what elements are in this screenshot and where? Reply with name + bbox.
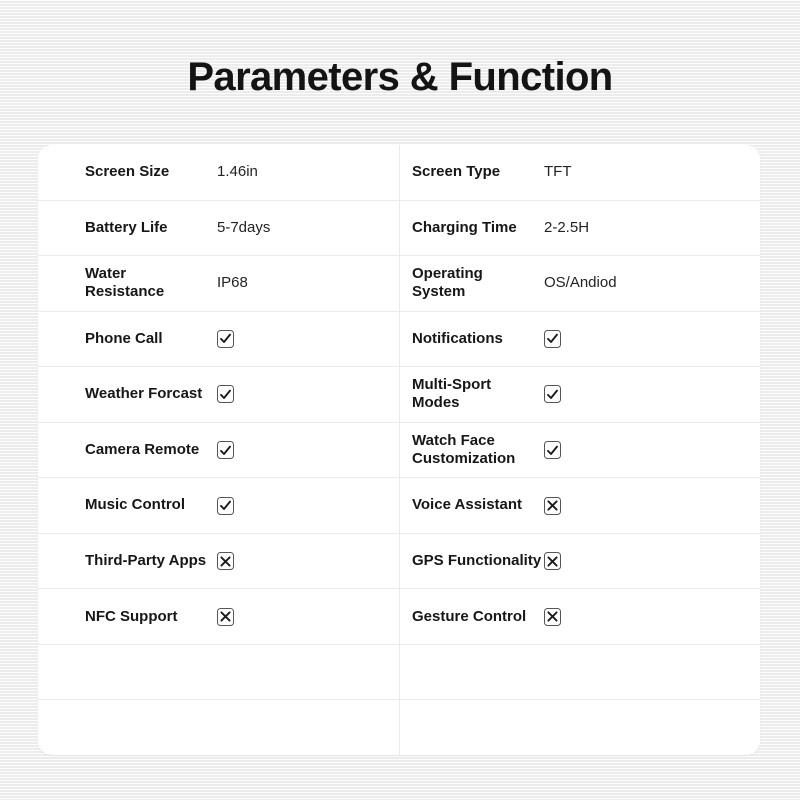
spec-cell-right: Charging Time 2-2.5H <box>399 200 760 256</box>
spec-cell-right: Multi-Sport Modes <box>399 367 760 422</box>
spec-label: Voice Assistant <box>412 496 523 514</box>
checkbox-checked-icon[interactable] <box>217 496 234 515</box>
spec-cell-right: Operating System OS/Andiod <box>399 256 760 311</box>
table-row: Music Control Voice Assistant <box>38 478 760 534</box>
spec-cell-left: Phone Call <box>38 312 399 367</box>
spec-label: Battery Life <box>85 218 168 236</box>
spec-cell-left: Battery Life 5-7days <box>38 201 399 256</box>
table-row: Screen Size 1.46in Screen Type TFT <box>38 145 760 201</box>
checkbox-crossed-icon[interactable] <box>544 552 561 571</box>
checkbox-crossed-icon[interactable] <box>217 607 234 626</box>
table-row: Phone Call Notifications <box>38 311 760 368</box>
spec-label: Screen Type <box>412 163 501 181</box>
spec-cell-right: Watch Face Customization <box>399 422 760 478</box>
spec-label: Music Control <box>85 496 185 514</box>
checkbox-crossed-icon[interactable] <box>544 607 561 626</box>
spec-label: Operating System <box>412 265 483 301</box>
specifications-card: Screen Size 1.46in Screen Type TFT Battery L… <box>38 145 760 755</box>
checkbox-checked-icon[interactable] <box>544 385 561 404</box>
checkbox-checked-icon[interactable] <box>217 385 234 404</box>
spec-label: Watch Face Customization <box>412 431 516 467</box>
spec-label: Gesture Control <box>412 607 527 625</box>
spec-value: 5-7days <box>217 218 271 236</box>
spec-value: 2-2.5H <box>544 218 590 236</box>
checkbox-checked-icon[interactable] <box>217 329 234 348</box>
spec-label: GPS Functionality <box>412 551 542 569</box>
spec-cell-left: NFC Support <box>38 589 399 644</box>
spec-label: Third-Party Apps <box>85 551 207 569</box>
table-row: Water Resistance IP68 Operating System OS/A… <box>38 256 760 312</box>
spec-cell-left: Third-Party Apps <box>38 534 399 589</box>
spec-cell-left: Music Control <box>38 478 399 533</box>
spec-cell-right: Screen Type TFT <box>399 145 760 200</box>
spec-value: IP68 <box>217 274 248 292</box>
table-row <box>38 644 760 701</box>
spec-cell-left: Screen Size 1.46in <box>38 145 399 200</box>
checkbox-crossed-icon[interactable] <box>544 496 561 515</box>
spec-cell-right: GPS Functionality <box>399 533 760 589</box>
page-title: Parameters & Function <box>187 55 613 99</box>
table-row: Third-Party Apps GPS Functionality <box>38 533 760 590</box>
table-row: NFC Support Gesture Control <box>38 589 760 645</box>
spec-value: OS/Andiod <box>544 274 617 292</box>
spec-value: 1.46in <box>217 163 258 181</box>
spec-label: Multi-Sport Modes <box>412 376 492 412</box>
spec-label: Notifications <box>412 329 503 347</box>
specifications-table: Screen Size 1.46in Screen Type TFT Battery L… <box>38 145 760 755</box>
spec-cell-right: Voice Assistant <box>399 478 760 533</box>
spec-value: TFT <box>544 163 572 181</box>
spec-cell-left <box>38 645 399 700</box>
table-row <box>38 700 760 755</box>
checkbox-checked-icon[interactable] <box>544 329 561 348</box>
spec-label: NFC Support <box>85 607 178 625</box>
spec-cell-right: Notifications <box>399 311 760 367</box>
table-row: Battery Life 5-7days Charging Time 2-2.5H <box>38 200 760 257</box>
table-row: Camera Remote Watch Face Customization <box>38 422 760 479</box>
spec-label: Weather Forcast <box>85 385 203 403</box>
checkbox-checked-icon[interactable] <box>544 441 561 459</box>
spec-cell-left <box>38 700 399 755</box>
spec-label: Phone Call <box>85 329 163 347</box>
spec-label: Screen Size <box>85 163 170 181</box>
spec-label: Charging Time <box>412 218 517 236</box>
spec-cell-right: Gesture Control <box>399 589 760 644</box>
spec-cell-left: Weather Forcast <box>38 367 399 422</box>
checkbox-checked-icon[interactable] <box>217 441 234 459</box>
spec-cell-right <box>399 644 760 700</box>
checkbox-crossed-icon[interactable] <box>217 552 234 571</box>
spec-cell-left: Water Resistance IP68 <box>38 256 399 311</box>
spec-label: Water Resistance <box>85 265 165 301</box>
table-row: Weather Forcast Multi-Sport Modes <box>38 367 760 423</box>
spec-cell-left: Camera Remote <box>38 423 399 478</box>
spec-cell-right <box>399 700 760 755</box>
spec-label: Camera Remote <box>85 440 200 458</box>
